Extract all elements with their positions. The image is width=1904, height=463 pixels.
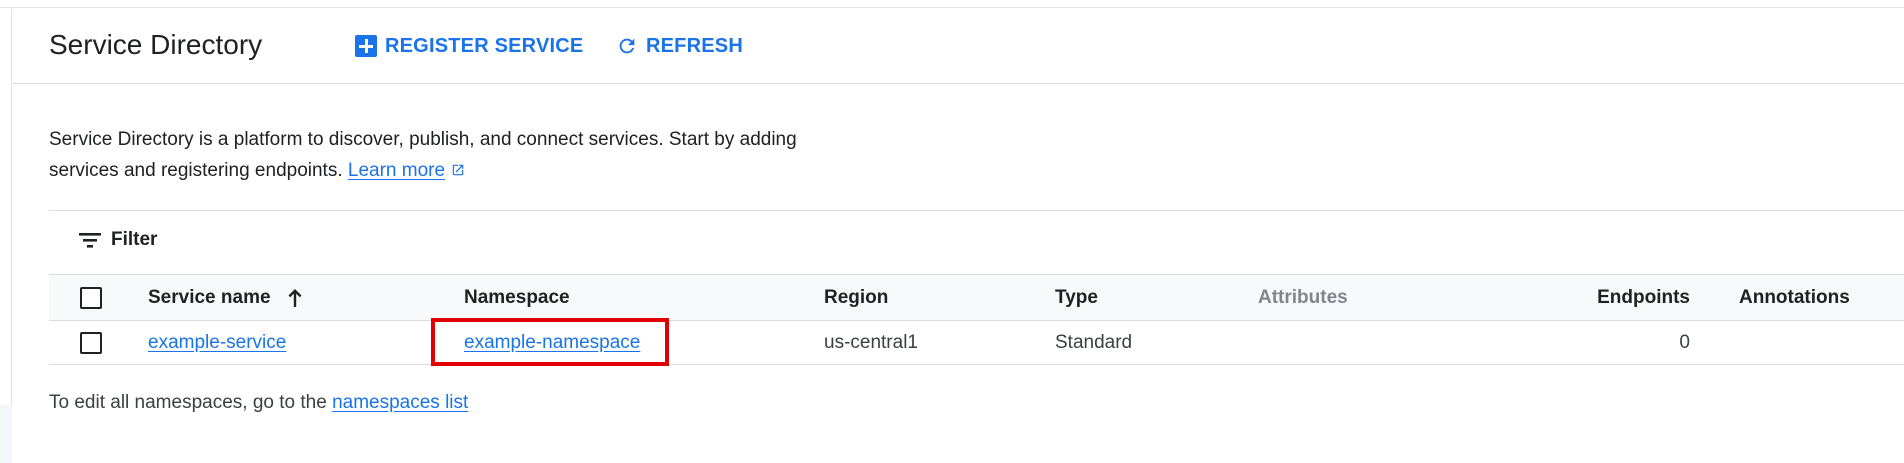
learn-more-link[interactable]: Learn more (348, 160, 465, 181)
filter-list-icon (79, 233, 101, 248)
column-type[interactable]: Type (1055, 275, 1098, 320)
namespaces-list-link[interactable]: namespaces list (332, 392, 468, 413)
refresh-icon (619, 38, 635, 54)
column-region[interactable]: Region (824, 275, 888, 320)
column-namespace[interactable]: Namespace (464, 275, 570, 320)
description-line-2: services and registering endpoints. (49, 160, 343, 181)
filter-button[interactable]: Filter (79, 229, 157, 251)
refresh-button[interactable]: REFRESH (616, 31, 743, 61)
region-cell: us-central1 (824, 331, 918, 353)
filter-bar: Filter (49, 210, 1904, 274)
top-bar (0, 0, 1904, 8)
column-service-name-label: Service name (148, 286, 271, 308)
select-all-cell (80, 275, 102, 320)
service-name-cell: example-service (148, 321, 286, 364)
description-line-1: Service Directory is a platform to disco… (49, 129, 797, 150)
page-header: Service Directory REGISTER SERVICE REFRE… (13, 9, 1904, 84)
table-header: Service name Namespace Region Type Attri… (49, 274, 1904, 321)
add-box-icon (355, 35, 377, 57)
page-title: Service Directory (49, 29, 263, 60)
endpoints-cell: 0 (1679, 331, 1690, 353)
left-rail-footer (0, 405, 12, 463)
column-annotations: Annotations (1739, 286, 1850, 308)
namespace-cell: example-namespace (464, 321, 640, 364)
select-all-checkbox[interactable] (80, 286, 102, 309)
column-attributes: Attributes (1258, 286, 1348, 308)
left-rail (0, 9, 12, 463)
register-service-label: REGISTER SERVICE (385, 34, 584, 57)
type-cell: Standard (1055, 331, 1133, 353)
register-service-button[interactable]: REGISTER SERVICE (355, 31, 583, 61)
refresh-label: REFRESH (646, 34, 743, 57)
arrow-upward-icon (288, 288, 302, 307)
open-in-new-icon (452, 164, 464, 176)
learn-more-label: Learn more (347, 160, 446, 181)
page-description: Service Directory is a platform to disco… (49, 124, 869, 186)
page: Service Directory REGISTER SERVICE REFRE… (0, 0, 1904, 463)
row-checkbox[interactable] (80, 331, 102, 354)
footer-note: To edit all namespaces, go to the namesp… (49, 392, 468, 414)
service-name-link[interactable]: example-service (148, 332, 286, 354)
column-service-name[interactable]: Service name (148, 275, 303, 320)
filter-label: Filter (111, 229, 158, 250)
row-select-cell (80, 321, 102, 364)
footer-text: To edit all namespaces, go to the (49, 392, 327, 413)
namespace-link[interactable]: example-namespace (464, 332, 640, 354)
table-row: example-service example-namespace us-cen… (49, 321, 1904, 365)
description-line-2-wrap: services and registering endpoints. Lear… (49, 155, 869, 186)
column-endpoints[interactable]: Endpoints (1549, 275, 1690, 320)
services-table: Service name Namespace Region Type Attri… (49, 274, 1904, 365)
